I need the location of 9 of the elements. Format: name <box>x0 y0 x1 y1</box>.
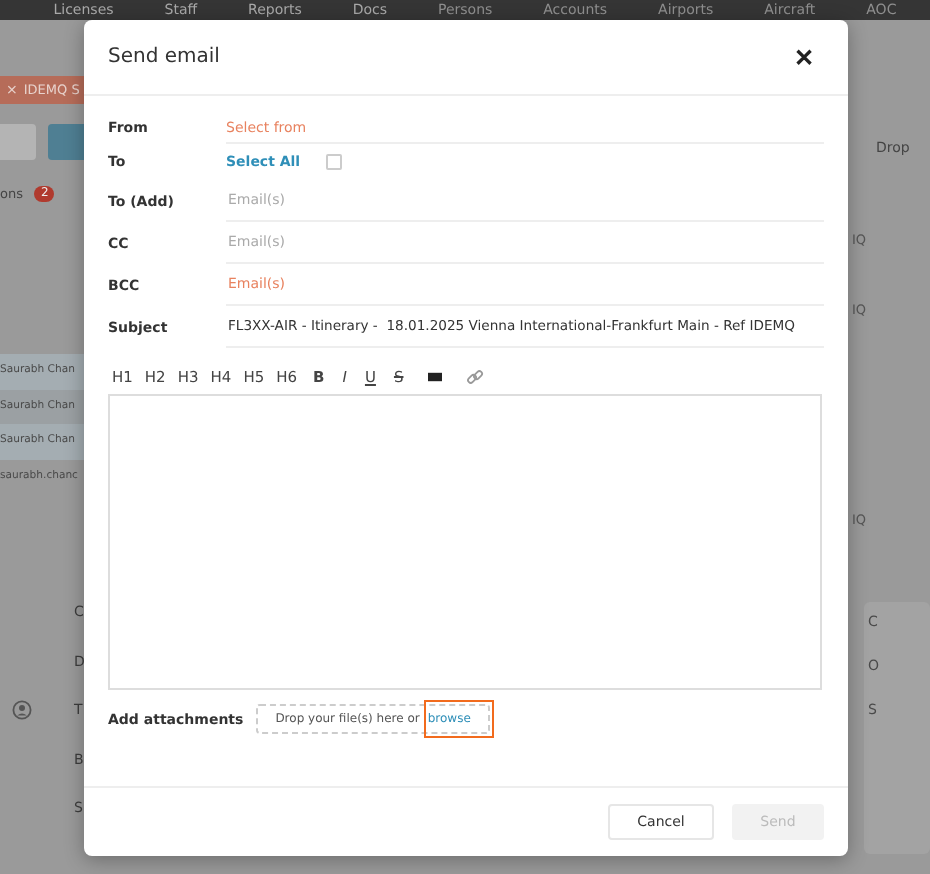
message-editor[interactable] <box>108 394 822 690</box>
link-icon[interactable] <box>465 367 484 385</box>
user-icon <box>12 700 32 721</box>
dialog-title: Send email <box>108 46 220 68</box>
toolbar-button[interactable] <box>0 124 36 160</box>
checkbox[interactable] <box>326 154 343 170</box>
toolbar-button[interactable] <box>48 124 84 160</box>
close-button[interactable]: ✕ <box>794 43 814 71</box>
code-block-icon[interactable] <box>427 371 442 381</box>
